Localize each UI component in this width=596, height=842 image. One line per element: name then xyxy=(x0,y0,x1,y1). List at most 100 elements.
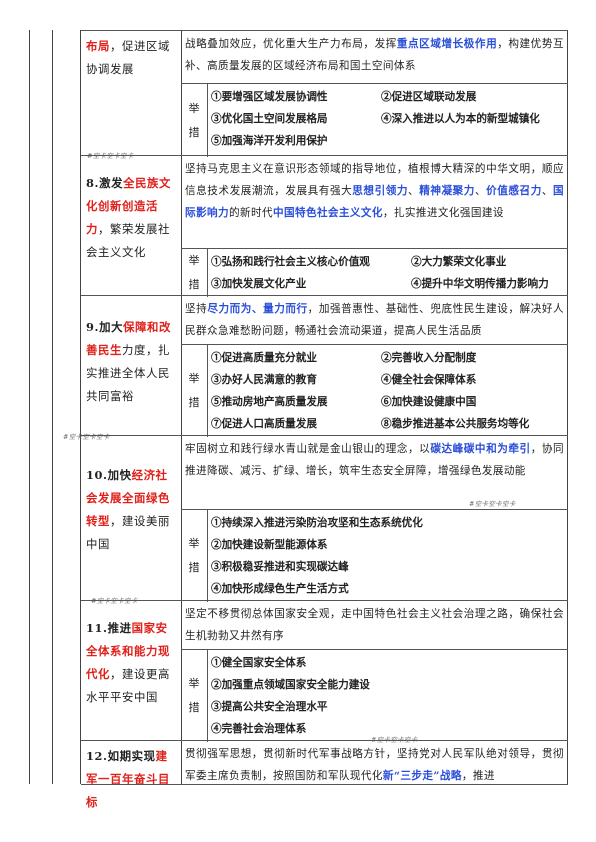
desc-text: 、 xyxy=(474,185,487,197)
section-11-measures: 举措 ①健全国家安全体系 ②加强重点领域国家安全能力建设 ③提高公共安全治理水平… xyxy=(181,649,568,742)
topic-number: 9. xyxy=(86,320,100,334)
section-7-topic: 布局，促进区域协调发展 xyxy=(81,31,181,81)
measures-label-char: 举 xyxy=(188,254,200,267)
desc-text: 坚定不移贯彻总体国家安全观，走中国特色社会主义社会治理之路，确保社会生机勃勃又井… xyxy=(185,608,564,642)
measures-label-char: 措 xyxy=(188,701,200,714)
measures-label-char: 措 xyxy=(188,125,200,139)
measure-item: ①弘扬和践行社会主义核心价值观 xyxy=(211,256,370,268)
section-10: 10.加快经济社会发展全面绿色转型，建设美丽中国 牢固树立和践行绿水青山就是金山… xyxy=(81,435,568,605)
desc-highlight: 碳达峰碳中和为牵引 xyxy=(430,443,531,455)
topic-number: 12. xyxy=(86,749,108,763)
section-8-desc: 坚持马克思主义在意识形态领域的指导地位，植根博大精深的中华文明，顺应信息技术发展… xyxy=(185,158,564,224)
measure-item: ②加快建设新型能源体系 xyxy=(211,539,328,551)
measures-label-char: 措 xyxy=(188,396,200,409)
desc-text: 战略叠加效应，优化重大生产力布局，发挥 xyxy=(185,38,397,50)
measures-list: ①要增强区域发展协调性 ②促进区域联动发展 ③优化国土空间发展格局 ④深入推进以人为… xyxy=(211,86,564,152)
desc-highlight: 重点区域增长极作用 xyxy=(396,38,498,50)
measures-list: ①持续深入推进污染防治攻坚和生态系统优化 ②加快建设新型能源体系 ③积极稳妥推进… xyxy=(211,512,564,600)
measures-label: 举措 xyxy=(181,510,208,602)
desc-highlight: 新“三步走”战略 xyxy=(382,770,462,782)
measures-label: 举措 xyxy=(181,84,208,157)
measure-item: ④深入推进以人为本的新型城镇化 xyxy=(381,113,540,125)
measure-item: ⑧稳步推进基本公共服务均等化 xyxy=(381,418,530,430)
measures-label-char: 举 xyxy=(188,372,200,385)
section-9-topic: 9.加大保障和改善民生力度，扎实推进全体人民共同富裕 xyxy=(81,296,181,408)
section-10-measures: 举措 ①持续深入推进污染防治攻坚和生态系统优化 ②加快建设新型能源体系 ③积极稳… xyxy=(181,509,568,602)
measure-item: ⑤加强海洋开发利用保护 xyxy=(211,135,328,147)
topic-text: ，繁荣发展社会主义文化 xyxy=(86,222,170,259)
measure-item: ③办好人民满意的教育 xyxy=(211,374,317,386)
measure-item: ④健全社会保障体系 xyxy=(381,374,477,386)
table-bottom-edge xyxy=(81,784,568,785)
section-12: 12.如期实现建军一百年奋斗目标 贯彻强军思想，贯彻新时代军事战略方针，坚持党对… xyxy=(81,740,568,809)
desc-highlight: 尽力而为、量力而行 xyxy=(207,303,308,315)
section-11-desc: 坚定不移贯彻总体国家安全观，走中国特色社会主义社会治理之路，确保社会生机勃勃又井… xyxy=(185,603,564,647)
measure-item: ②促进区域联动发展 xyxy=(381,91,477,103)
section-9-desc: 坚持尽力而为、量力而行，加强普惠性、基础性、兜底性民生建设，解决好人民群众急难愁… xyxy=(185,298,564,342)
desc-text: ，推进 xyxy=(461,770,495,782)
measure-item: ⑦促进人口高质量发展 xyxy=(211,418,317,430)
measures-label: 举措 xyxy=(181,345,208,437)
desc-text: 坚持 xyxy=(185,303,208,315)
measure-item: ③优化国土空间发展格局 xyxy=(211,113,328,125)
measure-item: ①健全国家安全体系 xyxy=(211,657,307,669)
measure-item: ①要增强区域发展协调性 xyxy=(211,91,328,103)
desc-text: 牢固树立和践行绿水青山就是金山银山的理念，以 xyxy=(185,443,431,455)
measures-label-char: 措 xyxy=(188,561,200,574)
measures-label-char: 举 xyxy=(188,677,200,690)
topic-number: 8. xyxy=(86,176,100,190)
section-11: 11.推进国家安全体系和能力现代化，建设更高水平平安中国 坚定不移贯彻总体国家安… xyxy=(81,600,568,744)
measure-item: ⑥加快建设健康中国 xyxy=(381,396,477,408)
measure-item: ②加强重点领域国家安全能力建设 xyxy=(211,679,370,691)
left-inner-line-1 xyxy=(52,30,53,784)
desc-text: ，扎实推进文化强国建设 xyxy=(382,207,504,219)
desc-text: 、 xyxy=(541,185,554,197)
topic-text: 激发 xyxy=(99,176,124,190)
left-border-line xyxy=(29,30,30,784)
section-10-desc: 牢固树立和践行绿水青山就是金山银山的理念，以碳达峰碳中和为牵引，协同推进降碳、减… xyxy=(185,438,564,482)
section-11-topic: 11.推进国家安全体系和能力现代化，建设更高水平平安中国 xyxy=(81,601,181,709)
section-8: 8.激发全民族文化创新创造活力，繁荣发展社会主义文化 坚持马克思主义在意识形态领… xyxy=(81,155,568,297)
topic-number: 10. xyxy=(86,468,108,482)
measures-label-char: 措 xyxy=(188,278,200,291)
desc-text: 的新时代 xyxy=(228,207,273,219)
section-7-measures: 举措 ①要增强区域发展协调性 ②促进区域联动发展 ③优化国土空间发展格局 ④深入推进… xyxy=(181,83,568,157)
measure-item: ②大力繁荣文化事业 xyxy=(411,256,507,268)
measures-label: 举措 xyxy=(181,249,208,297)
desc-text: 、 xyxy=(408,185,420,197)
desc-highlight: 精神凝聚力 xyxy=(419,185,475,197)
measures-list: ①弘扬和践行社会主义核心价值观 ②大力繁荣文化事业 ③加快发展文化产业 ④提升中华文… xyxy=(211,251,564,295)
measure-item: ③积极稳妥推进和实现碳达峰 xyxy=(211,561,349,573)
topic-text: 推进 xyxy=(107,621,132,635)
section-9-measures: 举措 ①促进高质量充分就业 ②完善收入分配制度 ③办好人民满意的教育 ④健全社会保障… xyxy=(181,344,568,437)
measures-list: ①健全国家安全体系 ②加强重点领域国家安全能力建设 ③提高公共安全治理水平 ④完… xyxy=(211,652,564,740)
measure-item: ①持续深入推进污染防治攻坚和生态系统优化 xyxy=(211,517,423,529)
measure-item: ③提高公共安全治理水平 xyxy=(211,701,328,713)
section-7-desc: 战略叠加效应，优化重大生产力布局，发挥重点区域增长极作用，构建优势互补、高质量发… xyxy=(185,33,564,77)
topic-text: 加大 xyxy=(99,320,124,334)
section-10-topic: 10.加快经济社会发展全面绿色转型，建设美丽中国 xyxy=(81,436,181,556)
measure-item: ④提升中华文明传播力影响力 xyxy=(411,278,549,290)
section-12-desc: 贯彻强军思想，贯彻新时代军事战略方针，坚持党对人民军队绝对领导，贯彻军委主席负责… xyxy=(185,743,564,787)
watermark: #空卡空卡空卡 xyxy=(469,500,516,508)
desc-text: 贯彻强军思想，贯彻新时代军事战略方针，坚持党对人民军队绝对领导，贯彻军委主席负责… xyxy=(185,748,564,782)
measures-label: 举措 xyxy=(181,650,208,742)
measure-item: ③加快发展文化产业 xyxy=(211,278,307,290)
measures-label-char: 举 xyxy=(188,101,200,115)
topic-number: 11. xyxy=(86,621,108,635)
section-9: 9.加大保障和改善民生力度，扎实推进全体人民共同富裕 坚持尽力而为、量力而行，加… xyxy=(63,295,568,441)
section-8-measures: 举措 ①弘扬和践行社会主义核心价值观 ②大力繁荣文化事业 ③加快发展文化产业 ④提升… xyxy=(181,248,568,297)
desc-highlight: 价值感召力 xyxy=(486,185,542,197)
measure-item: ①促进高质量充分就业 xyxy=(211,352,317,364)
section-12-topic: 12.如期实现建军一百年奋斗目标 xyxy=(81,741,181,814)
section-8-topic: 8.激发全民族文化创新创造活力，繁荣发展社会主义文化 xyxy=(81,156,181,264)
topic-text: 加快 xyxy=(107,468,132,482)
desc-highlight: 中国特色社会主义文化 xyxy=(272,207,383,219)
measures-label-char: 举 xyxy=(188,537,200,550)
measure-item: ⑤推动房地产高质量发展 xyxy=(211,396,328,408)
measure-item: ②完善收入分配制度 xyxy=(381,352,477,364)
measures-list: ①促进高质量充分就业 ②完善收入分配制度 ③办好人民满意的教育 ④健全社会保障体系 … xyxy=(211,347,564,435)
topic-text: 如期实现 xyxy=(107,749,156,763)
desc-highlight: 思想引领力 xyxy=(352,185,409,197)
topic-highlight: 布局 xyxy=(86,39,110,53)
